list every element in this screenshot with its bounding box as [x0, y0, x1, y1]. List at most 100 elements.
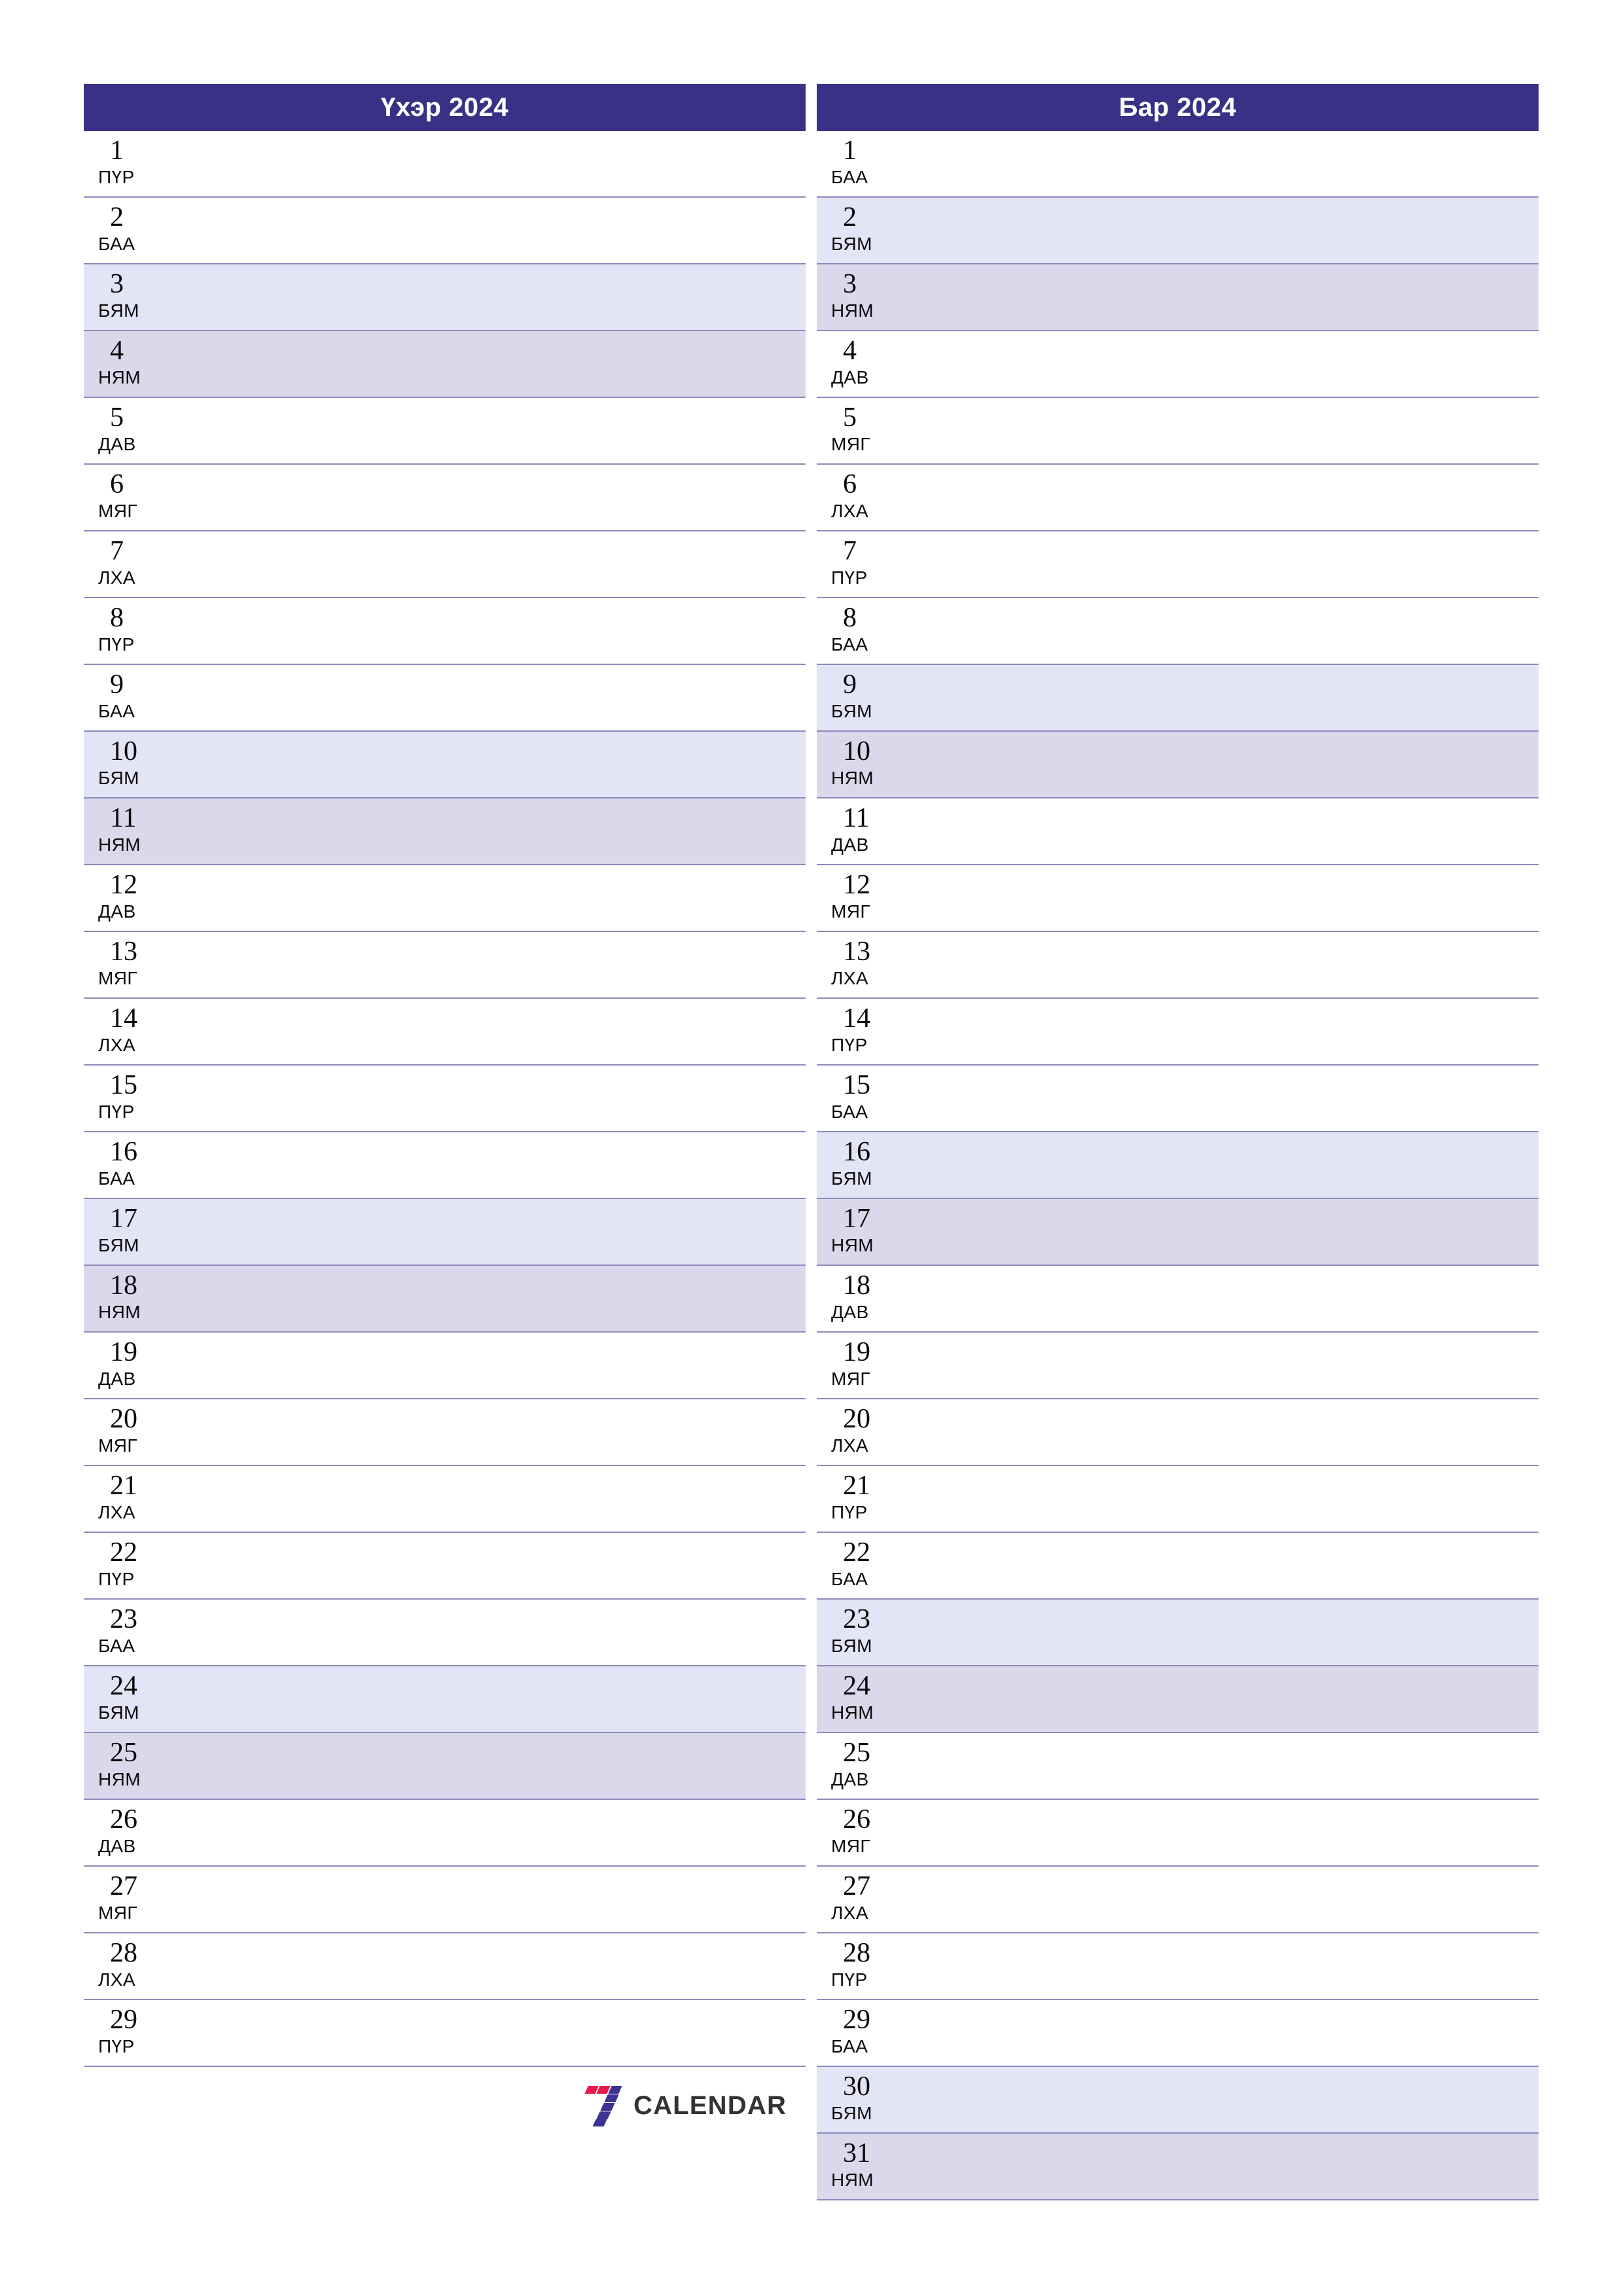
- day-row[interactable]: 9 БЯМ: [817, 665, 1539, 732]
- day-row[interactable]: 24 НЯМ: [817, 1666, 1539, 1733]
- day-row[interactable]: 21 ПҮР: [817, 1466, 1539, 1533]
- day-number: 27: [843, 1871, 870, 1901]
- day-weekday-label: ДАВ: [98, 1836, 136, 1856]
- day-row[interactable]: 7 ЛХА: [84, 531, 806, 598]
- day-row[interactable]: 29 ПҮР: [84, 2000, 806, 2067]
- day-weekday-label: ПҮР: [98, 167, 135, 187]
- day-row[interactable]: 5 ДАВ: [84, 398, 806, 465]
- day-number: 3: [110, 269, 124, 299]
- day-row[interactable]: 2 БАА: [84, 198, 806, 264]
- day-row[interactable]: 15 ПҮР: [84, 1066, 806, 1132]
- day-row[interactable]: 25 ДАВ: [817, 1733, 1539, 1800]
- day-row[interactable]: 14 ЛХА: [84, 999, 806, 1066]
- day-weekday-label: НЯМ: [831, 1702, 874, 1723]
- day-row[interactable]: 23 БЯМ: [817, 1600, 1539, 1666]
- day-row[interactable]: 16 БАА: [84, 1132, 806, 1199]
- day-number: 29: [843, 2005, 870, 2035]
- day-row[interactable]: 11 НЯМ: [84, 798, 806, 865]
- day-number: 26: [843, 1804, 870, 1835]
- day-number: 28: [110, 1938, 137, 1968]
- day-row[interactable]: 10 НЯМ: [817, 732, 1539, 798]
- day-row[interactable]: 8 ПҮР: [84, 598, 806, 665]
- day-row[interactable]: 26 МЯГ: [817, 1800, 1539, 1867]
- day-row[interactable]: 6 МЯГ: [84, 465, 806, 531]
- day-weekday-label: БАА: [831, 1102, 868, 1122]
- day-row[interactable]: 20 МЯГ: [84, 1399, 806, 1466]
- day-weekday-label: МЯГ: [831, 434, 870, 454]
- day-row[interactable]: 1 БАА: [817, 131, 1539, 198]
- day-row[interactable]: 24 БЯМ: [84, 1666, 806, 1733]
- day-weekday-label: ЛХА: [831, 1903, 868, 1923]
- day-row[interactable]: 20 ЛХА: [817, 1399, 1539, 1466]
- day-row[interactable]: 16 БЯМ: [817, 1132, 1539, 1199]
- day-weekday-label: ДАВ: [831, 1302, 869, 1322]
- day-row[interactable]: 22 ПҮР: [84, 1533, 806, 1600]
- day-row[interactable]: 4 НЯМ: [84, 331, 806, 398]
- day-row[interactable]: 3 НЯМ: [817, 264, 1539, 331]
- day-row[interactable]: 2 БЯМ: [817, 198, 1539, 264]
- day-row[interactable]: 5 МЯГ: [817, 398, 1539, 465]
- day-row[interactable]: 13 МЯГ: [84, 932, 806, 999]
- day-row[interactable]: 9 БАА: [84, 665, 806, 732]
- day-row[interactable]: 15 БАА: [817, 1066, 1539, 1132]
- day-row[interactable]: 11 ДАВ: [817, 798, 1539, 865]
- day-row[interactable]: 23 БАА: [84, 1600, 806, 1666]
- day-row[interactable]: 25 НЯМ: [84, 1733, 806, 1800]
- day-number: 28: [843, 1938, 870, 1968]
- day-row[interactable]: 27 МЯГ: [84, 1867, 806, 1933]
- day-row[interactable]: 12 ДАВ: [84, 865, 806, 932]
- day-row[interactable]: 22 БАА: [817, 1533, 1539, 1600]
- day-row[interactable]: 17 НЯМ: [817, 1199, 1539, 1266]
- day-row[interactable]: 10 БЯМ: [84, 732, 806, 798]
- day-row[interactable]: 28 ПҮР: [817, 1933, 1539, 2000]
- day-number: 4: [110, 336, 124, 366]
- day-weekday-label: ЛХА: [831, 968, 868, 988]
- day-row[interactable]: 27 ЛХА: [817, 1867, 1539, 1933]
- day-row[interactable]: 6 ЛХА: [817, 465, 1539, 531]
- day-row[interactable]: 4 ДАВ: [817, 331, 1539, 398]
- day-weekday-label: БЯМ: [98, 1235, 139, 1255]
- day-number: 19: [110, 1337, 137, 1367]
- day-weekday-label: ПҮР: [831, 567, 868, 588]
- day-row[interactable]: 19 ДАВ: [84, 1333, 806, 1399]
- day-row[interactable]: 17 БЯМ: [84, 1199, 806, 1266]
- day-weekday-label: ПҮР: [98, 1569, 135, 1589]
- day-row[interactable]: 8 БАА: [817, 598, 1539, 665]
- day-row[interactable]: 28 ЛХА: [84, 1933, 806, 2000]
- day-number: 9: [843, 670, 857, 700]
- logo-wordmark: CALENDAR: [633, 2091, 787, 2120]
- day-row[interactable]: 13 ЛХА: [817, 932, 1539, 999]
- day-weekday-label: БЯМ: [831, 1636, 872, 1656]
- day-row[interactable]: 31 НЯМ: [817, 2134, 1539, 2200]
- day-row[interactable]: 7 ПҮР: [817, 531, 1539, 598]
- day-number: 14: [843, 1003, 870, 1033]
- day-row[interactable]: 1 ПҮР: [84, 131, 806, 198]
- day-number: 7: [843, 536, 857, 566]
- day-row[interactable]: 12 МЯГ: [817, 865, 1539, 932]
- day-number: 23: [110, 1604, 137, 1634]
- day-row[interactable]: 29 БАА: [817, 2000, 1539, 2067]
- day-row[interactable]: 18 ДАВ: [817, 1266, 1539, 1333]
- day-row[interactable]: 26 ДАВ: [84, 1800, 806, 1867]
- day-row[interactable]: 19 МЯГ: [817, 1333, 1539, 1399]
- day-weekday-label: ДАВ: [831, 1769, 869, 1789]
- day-weekday-label: ЛХА: [98, 1969, 135, 1990]
- day-number: 14: [110, 1003, 137, 1033]
- day-row[interactable]: 21 ЛХА: [84, 1466, 806, 1533]
- day-number: 10: [843, 736, 870, 766]
- day-weekday-label: БАА: [98, 234, 135, 254]
- day-row[interactable]: 3 БЯМ: [84, 264, 806, 331]
- day-weekday-label: НЯМ: [831, 2170, 874, 2190]
- day-row[interactable]: 18 НЯМ: [84, 1266, 806, 1333]
- day-number: 22: [843, 1537, 870, 1568]
- day-number: 21: [110, 1471, 137, 1501]
- day-row[interactable]: 30 БЯМ: [817, 2067, 1539, 2134]
- day-number: 5: [843, 403, 857, 433]
- day-weekday-label: ДАВ: [831, 834, 869, 855]
- day-weekday-label: ПҮР: [831, 1035, 868, 1055]
- day-weekday-label: ЛХА: [831, 501, 868, 521]
- day-weekday-label: МЯГ: [98, 501, 137, 521]
- day-row[interactable]: 14 ПҮР: [817, 999, 1539, 1066]
- day-number: 2: [843, 202, 857, 232]
- day-number: 4: [843, 336, 857, 366]
